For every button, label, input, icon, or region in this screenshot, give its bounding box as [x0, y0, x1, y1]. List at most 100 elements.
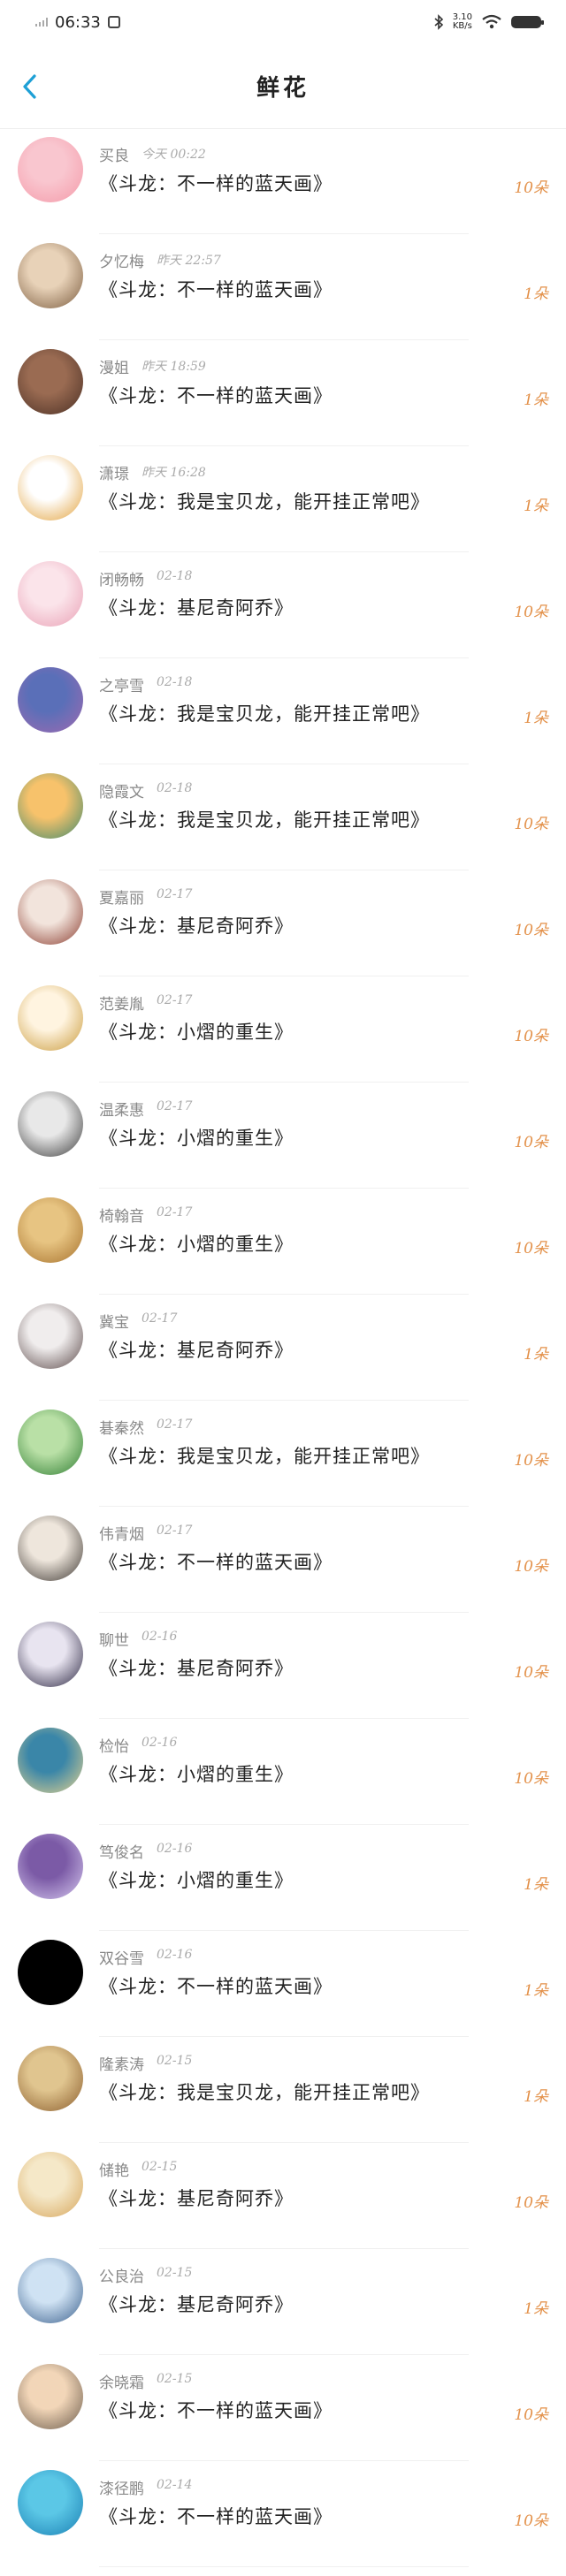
avatar[interactable]: [18, 1728, 83, 1793]
avatar[interactable]: [18, 1091, 83, 1157]
book-title: 《斗龙：不一样的蓝天画》: [99, 1976, 333, 1997]
list-item[interactable]: 之亭雪 02-18 《斗龙：我是宝贝龙，能开挂正常吧》 1朵: [0, 658, 566, 764]
list-item[interactable]: 买良 今天 00:22 《斗龙：不一样的蓝天画》 10朵: [0, 128, 566, 234]
avatar[interactable]: [18, 1622, 83, 1687]
user-name: 夕忆梅: [99, 254, 144, 271]
avatar[interactable]: [18, 349, 83, 414]
user-name: 买良: [99, 148, 129, 165]
flower-record-list: 买良 今天 00:22 《斗龙：不一样的蓝天画》 10朵 夕忆梅 昨天 22:57 《斗龙：…: [0, 128, 566, 2567]
avatar[interactable]: [18, 243, 83, 308]
status-time: 06:33: [55, 12, 101, 32]
list-item[interactable]: 碁秦然 02-17 《斗龙：我是宝贝龙，能开挂正常吧》 10朵: [0, 1401, 566, 1507]
list-item[interactable]: 夕忆梅 昨天 22:57 《斗龙：不一样的蓝天画》 1朵: [0, 234, 566, 340]
list-item[interactable]: 漆径鹏 02-14 《斗龙：不一样的蓝天画》 10朵: [0, 2461, 566, 2567]
user-name: 之亭雪: [99, 678, 144, 695]
avatar[interactable]: [18, 773, 83, 839]
book-title: 《斗龙：我是宝贝龙，能开挂正常吧》: [99, 1446, 430, 1467]
book-title: 《斗龙：我是宝贝龙，能开挂正常吧》: [99, 2082, 430, 2103]
flower-count: 10朵: [514, 922, 548, 939]
page-header: 鲜花: [0, 44, 566, 129]
avatar[interactable]: [18, 985, 83, 1051]
list-item[interactable]: 潇璟 昨天 16:28 《斗龙：我是宝贝龙，能开挂正常吧》 1朵: [0, 446, 566, 552]
avatar[interactable]: [18, 455, 83, 521]
battery-icon: [511, 16, 544, 28]
list-item[interactable]: 隆素涛 02-15 《斗龙：我是宝贝龙，能开挂正常吧》 1朵: [0, 2037, 566, 2143]
list-item[interactable]: 范姜胤 02-17 《斗龙：小熠的重生》 10朵: [0, 976, 566, 1083]
list-item[interactable]: 余晓霜 02-15 《斗龙：不一样的蓝天画》 10朵: [0, 2355, 566, 2461]
list-item[interactable]: 隐霞文 02-18 《斗龙：我是宝贝龙，能开挂正常吧》 10朵: [0, 764, 566, 870]
list-item[interactable]: 漫姐 昨天 18:59 《斗龙：不一样的蓝天画》 1朵: [0, 340, 566, 446]
avatar[interactable]: [18, 1303, 83, 1369]
user-name: 聊世: [99, 1632, 129, 1650]
flower-count: 1朵: [524, 391, 548, 409]
list-item[interactable]: 椅翰音 02-17 《斗龙：小熠的重生》 10朵: [0, 1189, 566, 1295]
list-item[interactable]: 温柔惠 02-17 《斗龙：小熠的重生》 10朵: [0, 1083, 566, 1189]
book-title: 《斗龙：小熠的重生》: [99, 1234, 294, 1255]
list-item[interactable]: 闭畅畅 02-18 《斗龙：基尼奇阿乔》 10朵: [0, 552, 566, 658]
user-name: 笃俊名: [99, 1844, 144, 1862]
user-name: 漫姐: [99, 360, 129, 377]
book-title: 《斗龙：我是宝贝龙，能开挂正常吧》: [99, 491, 430, 513]
list-item[interactable]: 伟青烟 02-17 《斗龙：不一样的蓝天画》 10朵: [0, 1507, 566, 1613]
user-name: 公良治: [99, 2268, 144, 2286]
list-item[interactable]: 夏嘉丽 02-17 《斗龙：基尼奇阿乔》 10朵: [0, 870, 566, 976]
avatar[interactable]: [18, 2470, 83, 2535]
flower-count: 10朵: [514, 2512, 548, 2530]
timestamp: 02-17: [142, 1311, 178, 1326]
timestamp: 02-16: [157, 1948, 193, 1962]
list-item[interactable]: 检怡 02-16 《斗龙：小熠的重生》 10朵: [0, 1719, 566, 1825]
back-button[interactable]: [18, 71, 41, 103]
flower-count: 10朵: [514, 1664, 548, 1682]
list-item[interactable]: 冀宝 02-17 《斗龙：基尼奇阿乔》 1朵: [0, 1295, 566, 1401]
timestamp: 02-18: [157, 675, 193, 689]
avatar[interactable]: [18, 879, 83, 945]
list-item[interactable]: 双谷雪 02-16 《斗龙：不一样的蓝天画》 1朵: [0, 1931, 566, 2037]
avatar[interactable]: [18, 1197, 83, 1263]
avatar[interactable]: [18, 2046, 83, 2111]
avatar[interactable]: [18, 1834, 83, 1899]
book-title: 《斗龙：小熠的重生》: [99, 1870, 294, 1891]
avatar[interactable]: [18, 2364, 83, 2429]
flower-count: 10朵: [514, 1558, 548, 1576]
avatar[interactable]: [18, 561, 83, 627]
avatar[interactable]: [18, 2258, 83, 2323]
book-title: 《斗龙：不一样的蓝天画》: [99, 1552, 333, 1573]
signal-icon: [35, 18, 48, 27]
timestamp: 今天 00:22: [142, 148, 206, 162]
status-left: 06:33: [35, 13, 120, 32]
network-speed-unit: KB/s: [452, 21, 472, 31]
network-speed: 3.10 KB/s: [453, 13, 472, 31]
flower-count: 1朵: [524, 498, 548, 515]
user-name: 余晓霜: [99, 2375, 144, 2392]
timestamp: 02-17: [157, 887, 193, 901]
list-item[interactable]: 公良治 02-15 《斗龙：基尼奇阿乔》 1朵: [0, 2249, 566, 2355]
list-item[interactable]: 笃俊名 02-16 《斗龙：小熠的重生》 1朵: [0, 1825, 566, 1931]
avatar[interactable]: [18, 137, 83, 202]
flower-count: 10朵: [514, 1134, 548, 1151]
user-name: 双谷雪: [99, 1950, 144, 1968]
book-title: 《斗龙：不一样的蓝天画》: [99, 385, 333, 407]
flower-count: 10朵: [514, 2406, 548, 2424]
timestamp: 02-16: [142, 1630, 178, 1644]
flower-count: 10朵: [514, 1452, 548, 1470]
book-title: 《斗龙：我是宝贝龙，能开挂正常吧》: [99, 809, 430, 831]
user-name: 检怡: [99, 1738, 129, 1756]
avatar[interactable]: [18, 667, 83, 733]
avatar[interactable]: [18, 1410, 83, 1475]
avatar[interactable]: [18, 2152, 83, 2217]
avatar[interactable]: [18, 1516, 83, 1581]
flower-count: 1朵: [524, 2300, 548, 2318]
timestamp: 02-16: [157, 1842, 193, 1856]
flower-count: 10朵: [514, 1770, 548, 1788]
user-name: 范姜胤: [99, 996, 144, 1014]
notification-icon: [107, 16, 120, 28]
list-item[interactable]: 聊世 02-16 《斗龙：基尼奇阿乔》 10朵: [0, 1613, 566, 1719]
user-name: 夏嘉丽: [99, 890, 144, 908]
page-title: 鲜花: [256, 75, 310, 102]
user-name: 储艳: [99, 2162, 129, 2180]
user-name: 漆径鹏: [99, 2481, 144, 2498]
timestamp: 02-17: [157, 1205, 193, 1220]
flower-count: 1朵: [524, 285, 548, 303]
avatar[interactable]: [18, 1940, 83, 2005]
list-item[interactable]: 储艳 02-15 《斗龙：基尼奇阿乔》 10朵: [0, 2143, 566, 2249]
